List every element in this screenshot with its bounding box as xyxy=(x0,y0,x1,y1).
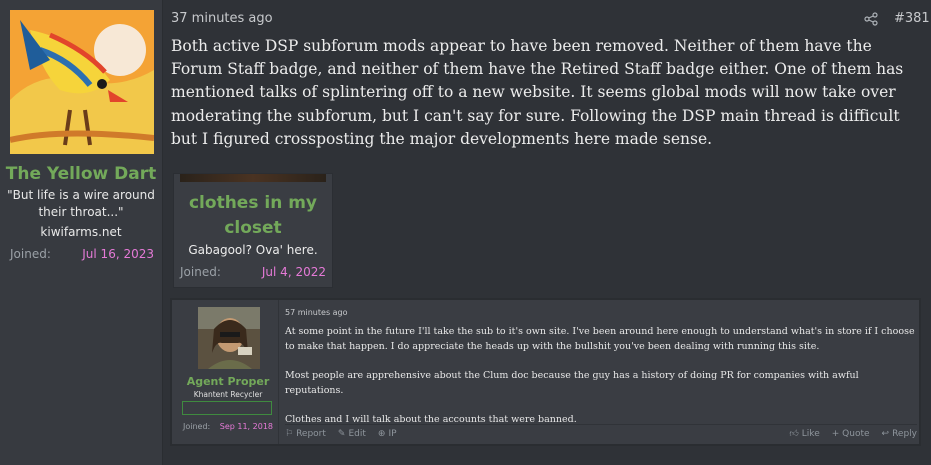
post-number-link[interactable]: #381 xyxy=(894,11,930,26)
embedded-user-avatar[interactable] xyxy=(198,307,260,369)
card-joined-date: Jul 4, 2022 xyxy=(261,265,326,279)
ip-label: IP xyxy=(388,429,397,439)
ip-button[interactable]: ⊕ IP xyxy=(378,429,397,439)
embedded-post-actions: ⚐ Report ✎ Edit ⊕ IP 👍︎ Like + Quote ↩ R… xyxy=(285,424,917,441)
reply-label: Reply xyxy=(892,429,917,439)
joined-label: Joined: xyxy=(10,247,51,261)
card-joined-label: Joined: xyxy=(180,265,221,279)
embedded-user-badge xyxy=(182,401,272,415)
report-label: Report xyxy=(296,429,326,439)
reply-arrow-icon: ↩ xyxy=(881,429,890,439)
globe-icon: ⊕ xyxy=(377,429,386,439)
post-author-column: The Yellow Dart "But life is a wire arou… xyxy=(0,0,163,465)
user-site: kiwifarms.net xyxy=(40,225,122,239)
reply-button[interactable]: ↩ Reply xyxy=(882,429,917,439)
post-body-text: Both active DSP subforum mods appear to … xyxy=(171,37,904,148)
user-title: "But life is a wire around their throat.… xyxy=(7,188,155,219)
flag-icon: ⚐ xyxy=(285,429,294,439)
embedded-user-rank: Khantent Recycler xyxy=(193,390,263,399)
share-icon[interactable] xyxy=(864,11,880,27)
embedded-post: Agent Proper Khantent Recycler Joined: S… xyxy=(170,298,921,446)
pencil-icon: ✎ xyxy=(337,429,346,439)
card-username[interactable]: clothes in my closet xyxy=(174,191,332,241)
embedded-username[interactable]: Agent Proper xyxy=(172,375,284,388)
user-joined: Joined: Jul 16, 2023 xyxy=(10,247,154,261)
username[interactable]: The Yellow Dart xyxy=(0,164,162,184)
like-button[interactable]: 👍︎ Like xyxy=(789,429,819,439)
quote-button[interactable]: + Quote xyxy=(832,429,870,439)
report-button[interactable]: ⚐ Report xyxy=(285,429,326,439)
card-joined: Joined: Jul 4, 2022 xyxy=(180,265,326,279)
embedded-paragraph: Most people are apprehensive about the C… xyxy=(285,370,859,396)
like-label: Like xyxy=(801,429,820,439)
post-content: 37 minutes ago #381 Both active DSP subf… xyxy=(163,0,931,465)
embedded-post-author: Agent Proper Khantent Recycler Joined: S… xyxy=(172,300,279,444)
card-banner-image xyxy=(180,174,326,182)
embedded-member-card: clothes in my closet Gabagool? Ova' here… xyxy=(173,173,333,288)
embedded-post-timestamp[interactable]: 57 minutes ago xyxy=(285,308,348,317)
edit-label: Edit xyxy=(348,429,366,439)
card-user-title: Gabagool? Ova' here. xyxy=(188,243,318,257)
post-timestamp[interactable]: 37 minutes ago xyxy=(171,11,273,26)
embedded-paragraph: At some point in the future I'll take th… xyxy=(285,326,915,352)
embedded-user-joined: Joined: Sep 11, 2018 xyxy=(183,422,273,431)
joined-date: Jul 16, 2023 xyxy=(82,247,154,261)
embedded-joined-date: Sep 11, 2018 xyxy=(219,422,273,431)
thumbs-up-icon: 👍︎ xyxy=(789,429,799,439)
quote-label: + Quote xyxy=(831,429,870,439)
user-avatar[interactable] xyxy=(10,10,154,154)
forum-post: The Yellow Dart "But life is a wire arou… xyxy=(0,0,931,465)
edit-button[interactable]: ✎ Edit xyxy=(338,429,366,439)
embedded-joined-label: Joined: xyxy=(183,422,211,431)
